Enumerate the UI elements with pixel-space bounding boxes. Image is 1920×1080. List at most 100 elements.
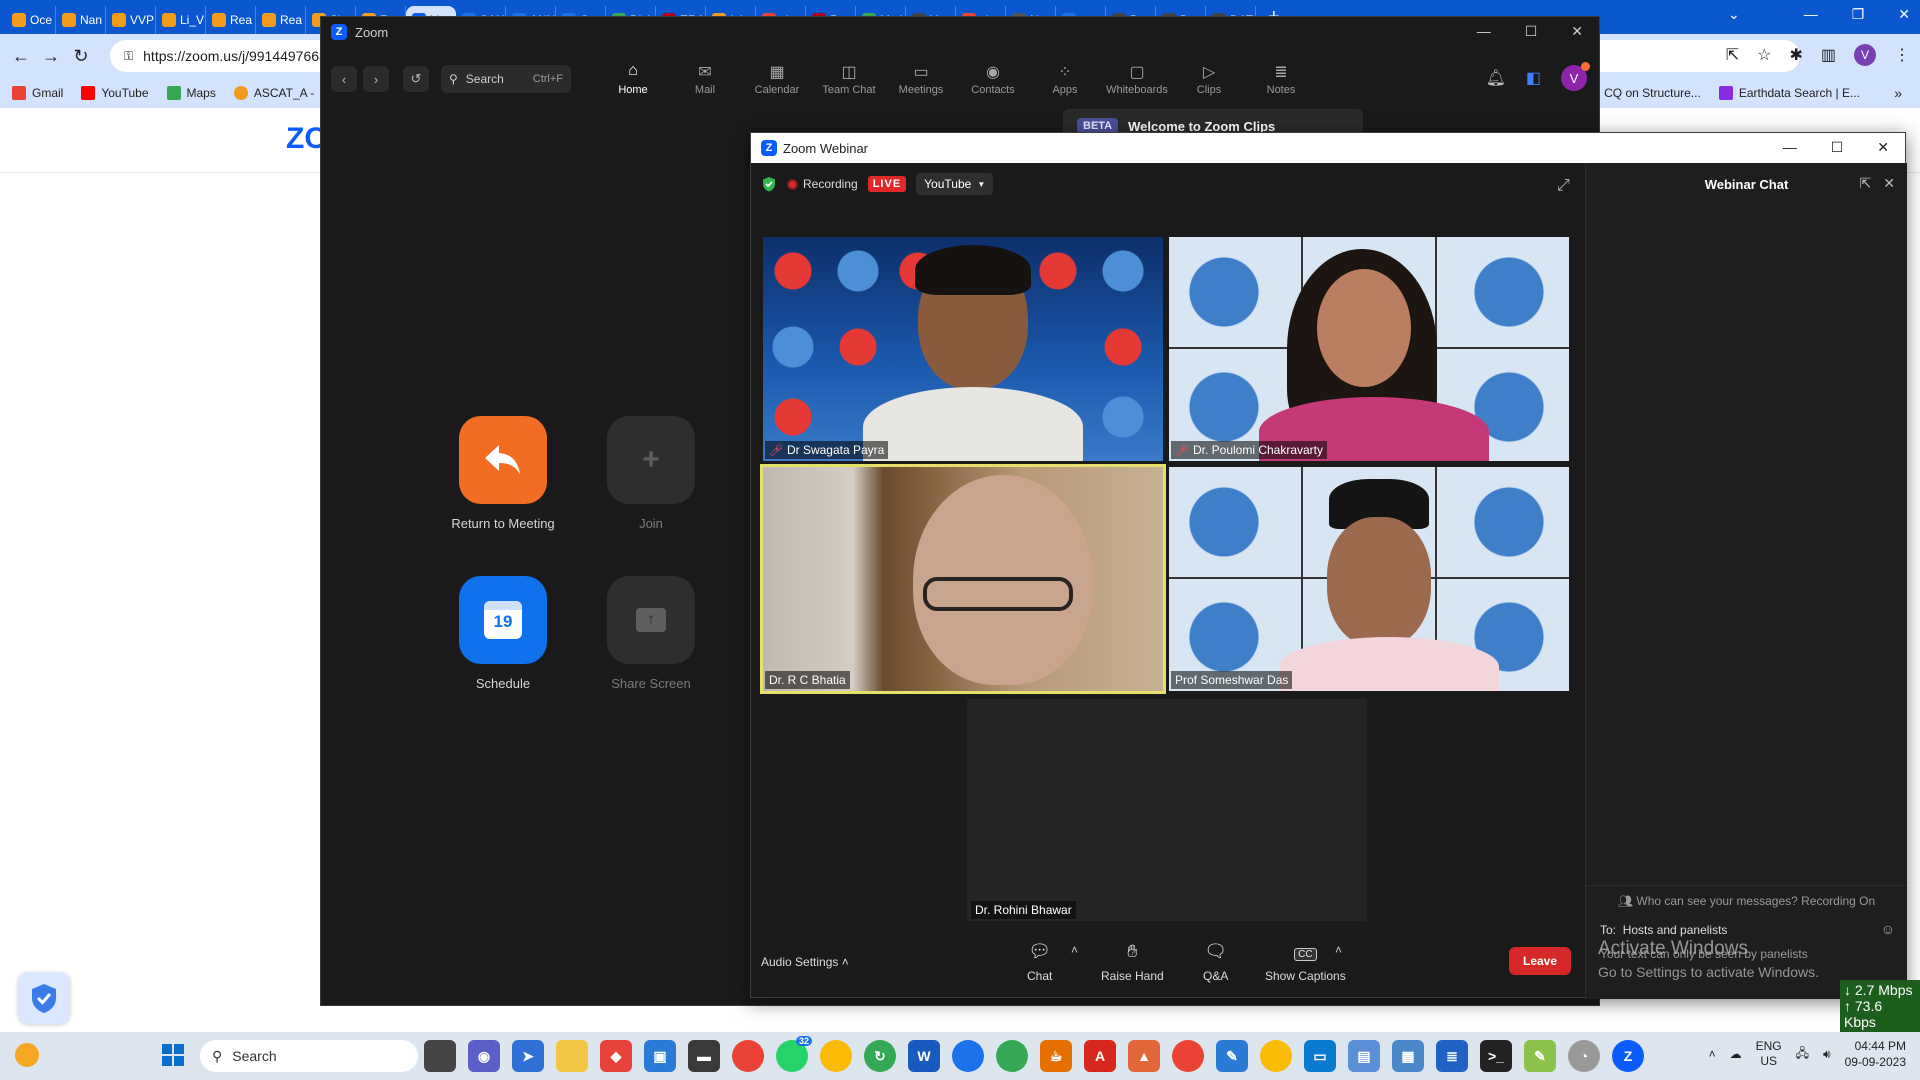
close-icon[interactable]: ✕: [1877, 139, 1889, 156]
history-icon[interactable]: ↺: [403, 66, 429, 92]
power-automate-icon[interactable]: ➤: [512, 1040, 544, 1072]
onedrive-icon[interactable]: ☁: [1730, 1047, 1742, 1061]
bookmark-earthdata[interactable]: Earthdata Search | E...: [1718, 86, 1860, 100]
zoom-taskbar-icon[interactable]: Z: [1612, 1040, 1644, 1072]
captions-options-chevron-icon[interactable]: ˄: [1335, 943, 1342, 957]
show-hidden-icons-chevron-icon[interactable]: ˄: [1709, 1047, 1716, 1061]
return-to-meeting-button[interactable]: [459, 416, 547, 504]
notes-app-icon[interactable]: ✎: [1524, 1040, 1556, 1072]
chat-button[interactable]: 💬︎ Chat: [1027, 941, 1052, 983]
refresh-app-icon[interactable]: ↻: [864, 1040, 896, 1072]
chart-app-icon[interactable]: ▤: [1348, 1040, 1380, 1072]
java-icon[interactable]: ☕︎: [1040, 1040, 1072, 1072]
nav-item-notes[interactable]: ≣ Notes: [1245, 62, 1317, 96]
minimize-icon[interactable]: —: [1783, 139, 1797, 156]
nav-item-home[interactable]: ⌂ Home: [597, 62, 669, 96]
nav-item-apps[interactable]: ⁘ Apps: [1029, 62, 1101, 96]
forward-icon[interactable]: →: [36, 46, 66, 67]
fullscreen-icon[interactable]: ⤢: [1557, 177, 1570, 195]
qa-button[interactable]: 🗨︎ Q&A: [1203, 941, 1228, 983]
terminal-window-icon[interactable]: ▬: [688, 1040, 720, 1072]
monitor-app-icon[interactable]: ▦: [1392, 1040, 1424, 1072]
side-panel-icon[interactable]: ◧: [1526, 68, 1541, 88]
restore-icon[interactable]: ❐: [1852, 6, 1865, 23]
acrobat-icon[interactable]: A: [1084, 1040, 1116, 1072]
video-tile-active-speaker[interactable]: Dr. R C Bhatia: [760, 464, 1166, 694]
back-icon[interactable]: ←: [6, 46, 36, 67]
nav-item-clips[interactable]: ▷ Clips: [1173, 62, 1245, 96]
clock-app-icon[interactable]: ◔: [1568, 1040, 1600, 1072]
chrome-icon[interactable]: [1172, 1040, 1204, 1072]
join-button[interactable]: +: [607, 416, 695, 504]
taskbar-search[interactable]: ⚲ Search: [200, 1040, 418, 1072]
browser-tab[interactable]: Rea: [206, 6, 256, 34]
raise-hand-button[interactable]: ✋︎ Raise Hand: [1101, 941, 1164, 983]
task-view-icon[interactable]: [424, 1040, 456, 1072]
more-bookmarks-icon[interactable]: »: [1894, 85, 1902, 101]
install-app-icon[interactable]: ⇱: [1726, 45, 1739, 65]
back-icon[interactable]: ‹: [331, 66, 357, 92]
notepad-icon[interactable]: ≣: [1436, 1040, 1468, 1072]
whatsapp-icon[interactable]: 32: [776, 1036, 812, 1072]
volume-icon[interactable]: 🔊︎: [1823, 1047, 1831, 1062]
stream-target-dropdown[interactable]: YouTube ▼: [916, 173, 994, 195]
show-captions-button[interactable]: CC Show Captions: [1265, 941, 1346, 983]
extensions-icon[interactable]: ✱: [1789, 45, 1802, 65]
teams-meet-icon[interactable]: ◉: [468, 1040, 500, 1072]
chrome-icon[interactable]: [1260, 1040, 1292, 1072]
minimize-icon[interactable]: —: [1477, 23, 1491, 40]
weather-widget-icon[interactable]: [12, 1040, 42, 1070]
nav-item-team-chat[interactable]: ◫ Team Chat: [813, 62, 885, 96]
leave-button[interactable]: Leave: [1509, 947, 1572, 975]
network-icon[interactable]: 🖧︎: [1796, 1044, 1809, 1065]
start-button[interactable]: [162, 1044, 184, 1069]
file-explorer-icon[interactable]: [556, 1040, 588, 1072]
bookmark-star-icon[interactable]: ☆: [1757, 45, 1771, 65]
video-tile[interactable]: Prof Someshwar Das: [1169, 467, 1569, 691]
notifications-icon[interactable]: 🔔︎: [1486, 68, 1506, 88]
nav-item-meetings[interactable]: ▭ Meetings: [885, 62, 957, 96]
minimize-icon[interactable]: —: [1804, 6, 1818, 23]
edit-app-icon[interactable]: ✎: [1216, 1040, 1248, 1072]
bookmark-youtube[interactable]: YouTube: [81, 86, 149, 100]
anydesk-icon[interactable]: ◆: [600, 1040, 632, 1072]
recording-indicator[interactable]: Recording: [787, 177, 858, 191]
close-icon[interactable]: ✕: [1898, 6, 1910, 23]
browser-tab[interactable]: VVP: [106, 6, 156, 34]
bookmark-cq-structure[interactable]: CQ on Structure...: [1604, 86, 1701, 100]
nav-item-calendar[interactable]: ▦ Calendar: [741, 62, 813, 96]
nav-item-whiteboards[interactable]: ▢ Whiteboards: [1101, 62, 1173, 96]
bookmark-ascat[interactable]: ASCAT_A -: [233, 86, 314, 100]
photos-icon[interactable]: ▣: [644, 1040, 676, 1072]
video-tile-no-video[interactable]: Dr. Rohini Bhawar: [967, 699, 1367, 921]
bookmark-gmail[interactable]: Gmail: [12, 86, 63, 100]
clock[interactable]: 04:44 PM 09-09-2023: [1845, 1038, 1906, 1070]
browser-tab[interactable]: Nan: [56, 6, 106, 34]
browser-menu-icon[interactable]: ⋮: [1894, 45, 1910, 65]
reload-icon[interactable]: ↻: [66, 46, 96, 67]
video-tile[interactable]: 🎤︎ Dr. Poulomi Chakravarty: [1169, 237, 1569, 461]
chat-recipient[interactable]: To: Hosts and panelists: [1600, 923, 1727, 937]
maximize-icon[interactable]: ☐: [1525, 23, 1538, 40]
audio-settings-button[interactable]: Audio Settings ˄: [761, 955, 849, 969]
schedule-button[interactable]: 19: [459, 576, 547, 664]
zoom-avatar[interactable]: V: [1561, 62, 1590, 91]
close-icon[interactable]: ✕: [1571, 23, 1583, 40]
nav-item-mail[interactable]: ✉ Mail: [669, 62, 741, 96]
maximize-icon[interactable]: ☐: [1831, 139, 1844, 156]
tab-search-icon[interactable]: ⌄: [1728, 6, 1740, 23]
emoji-icon[interactable]: ☺: [1881, 921, 1895, 937]
encryption-shield-icon[interactable]: [761, 176, 777, 192]
chrome-icon[interactable]: [952, 1040, 984, 1072]
word-icon[interactable]: W: [908, 1040, 940, 1072]
bookmark-maps[interactable]: Maps: [166, 86, 216, 100]
nav-item-contacts[interactable]: ◉ Contacts: [957, 62, 1029, 96]
site-info-icon[interactable]: ⚿: [124, 49, 133, 64]
matlab-icon[interactable]: ▲: [1128, 1040, 1160, 1072]
chat-options-chevron-icon[interactable]: ˄: [1071, 943, 1078, 957]
browser-tab[interactable]: Li_V: [156, 6, 206, 34]
profile-avatar[interactable]: V: [1854, 44, 1876, 66]
shield-icon[interactable]: [18, 972, 70, 1024]
chat-visibility-notice[interactable]: 👥︎ Who can see your messages? Recording …: [1586, 885, 1907, 908]
popout-icon[interactable]: ⇱: [1860, 175, 1872, 192]
